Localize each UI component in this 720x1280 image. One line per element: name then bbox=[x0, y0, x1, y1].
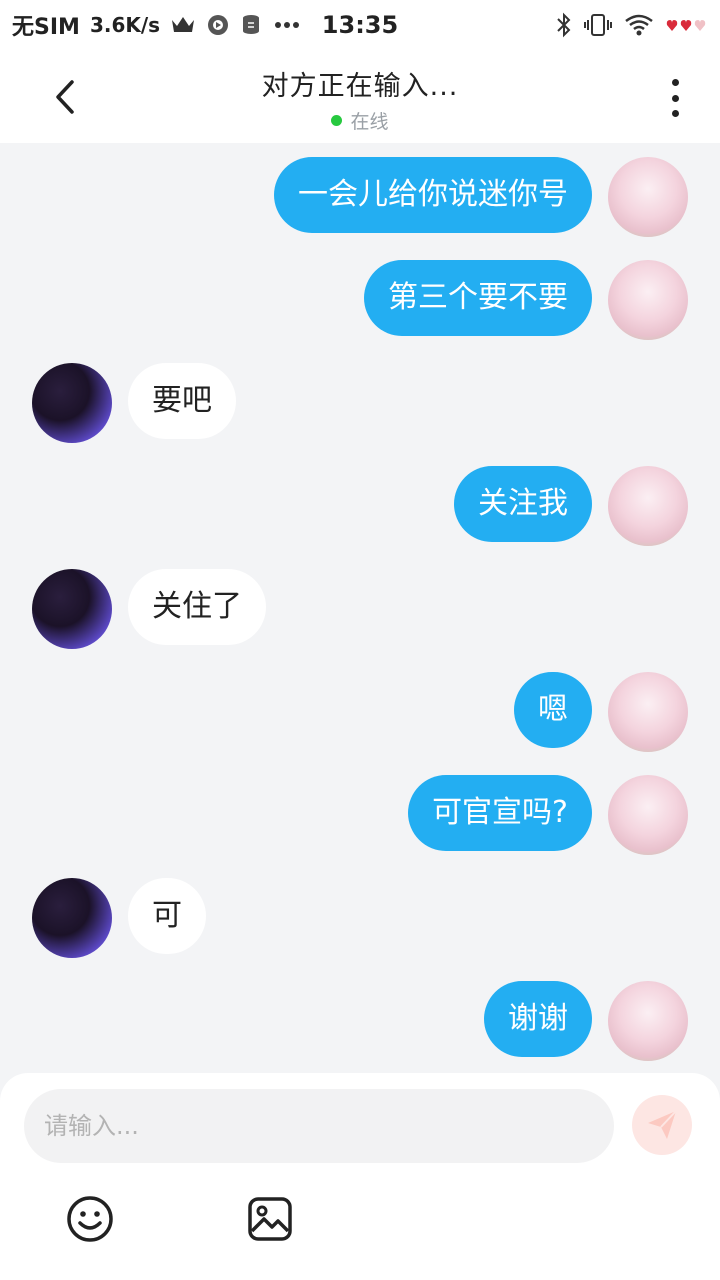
my-avatar[interactable] bbox=[608, 157, 688, 237]
my-avatar[interactable] bbox=[608, 260, 688, 340]
my-message-bubble[interactable]: 谢谢 bbox=[484, 981, 592, 1057]
chat-header: 对方正在输入... 在线 bbox=[0, 50, 720, 143]
message-row: 可 bbox=[0, 878, 720, 960]
bluetooth-icon bbox=[556, 12, 572, 38]
message-row: 嗯 bbox=[0, 672, 720, 754]
message-row: 关注我 bbox=[0, 466, 720, 548]
my-message-bubble[interactable]: 可官宣吗? bbox=[408, 775, 592, 851]
online-dot-icon bbox=[331, 115, 343, 126]
message-row: 第三个要不要 bbox=[0, 260, 720, 342]
contact-avatar[interactable] bbox=[32, 363, 112, 443]
message-row: 一会儿给你说迷你号 bbox=[0, 157, 720, 239]
online-status: 在线 bbox=[0, 107, 720, 134]
hearts-icon bbox=[666, 18, 708, 32]
contact-message-bubble[interactable]: 关住了 bbox=[128, 569, 266, 645]
network-speed: 3.6K/s bbox=[89, 13, 161, 37]
image-button[interactable] bbox=[246, 1195, 294, 1243]
emoji-button[interactable] bbox=[66, 1195, 114, 1243]
wifi-icon bbox=[624, 13, 654, 37]
message-row: 可官宣吗? bbox=[0, 775, 720, 857]
send-icon bbox=[648, 1110, 677, 1139]
emoji-icon bbox=[67, 1196, 113, 1242]
my-avatar[interactable] bbox=[608, 775, 688, 855]
message-row: 谢谢 bbox=[0, 981, 720, 1063]
online-status-label: 在线 bbox=[350, 111, 389, 133]
my-avatar[interactable] bbox=[608, 981, 688, 1061]
record-icon bbox=[206, 13, 230, 37]
carrier-label: 无SIM bbox=[12, 15, 80, 40]
more-vertical-icon bbox=[671, 79, 679, 86]
my-avatar[interactable] bbox=[608, 466, 688, 546]
contact-message-bubble[interactable]: 可 bbox=[128, 878, 206, 954]
my-message-bubble[interactable]: 关注我 bbox=[454, 466, 592, 542]
vibrate-icon bbox=[584, 12, 612, 38]
composer-panel bbox=[0, 1073, 720, 1280]
chat-title: 对方正在输入... bbox=[261, 71, 459, 102]
message-row: 关住了 bbox=[0, 569, 720, 651]
status-bar: 无SIM 3.6K/s 13:35 bbox=[0, 0, 720, 50]
crown-icon bbox=[170, 14, 196, 36]
image-icon bbox=[248, 1197, 292, 1241]
my-message-bubble[interactable]: 第三个要不要 bbox=[364, 260, 592, 336]
data-icon bbox=[240, 13, 264, 37]
message-input[interactable] bbox=[24, 1089, 614, 1163]
contact-message-bubble[interactable]: 要吧 bbox=[128, 363, 236, 439]
message-row: 要吧 bbox=[0, 363, 720, 445]
contact-avatar[interactable] bbox=[32, 569, 112, 649]
contact-avatar[interactable] bbox=[32, 878, 112, 958]
send-button[interactable] bbox=[632, 1095, 692, 1155]
message-list[interactable]: 一会儿给你说迷你号 第三个要不要 要吧 关注我 关住了 嗯 可官宣吗? 可 谢谢 bbox=[0, 143, 720, 1073]
my-message-bubble[interactable]: 嗯 bbox=[514, 672, 592, 748]
my-message-bubble[interactable]: 一会儿给你说迷你号 bbox=[274, 157, 592, 233]
my-avatar[interactable] bbox=[608, 672, 688, 752]
more-dots-icon bbox=[274, 21, 300, 29]
more-options-button[interactable] bbox=[660, 76, 690, 120]
